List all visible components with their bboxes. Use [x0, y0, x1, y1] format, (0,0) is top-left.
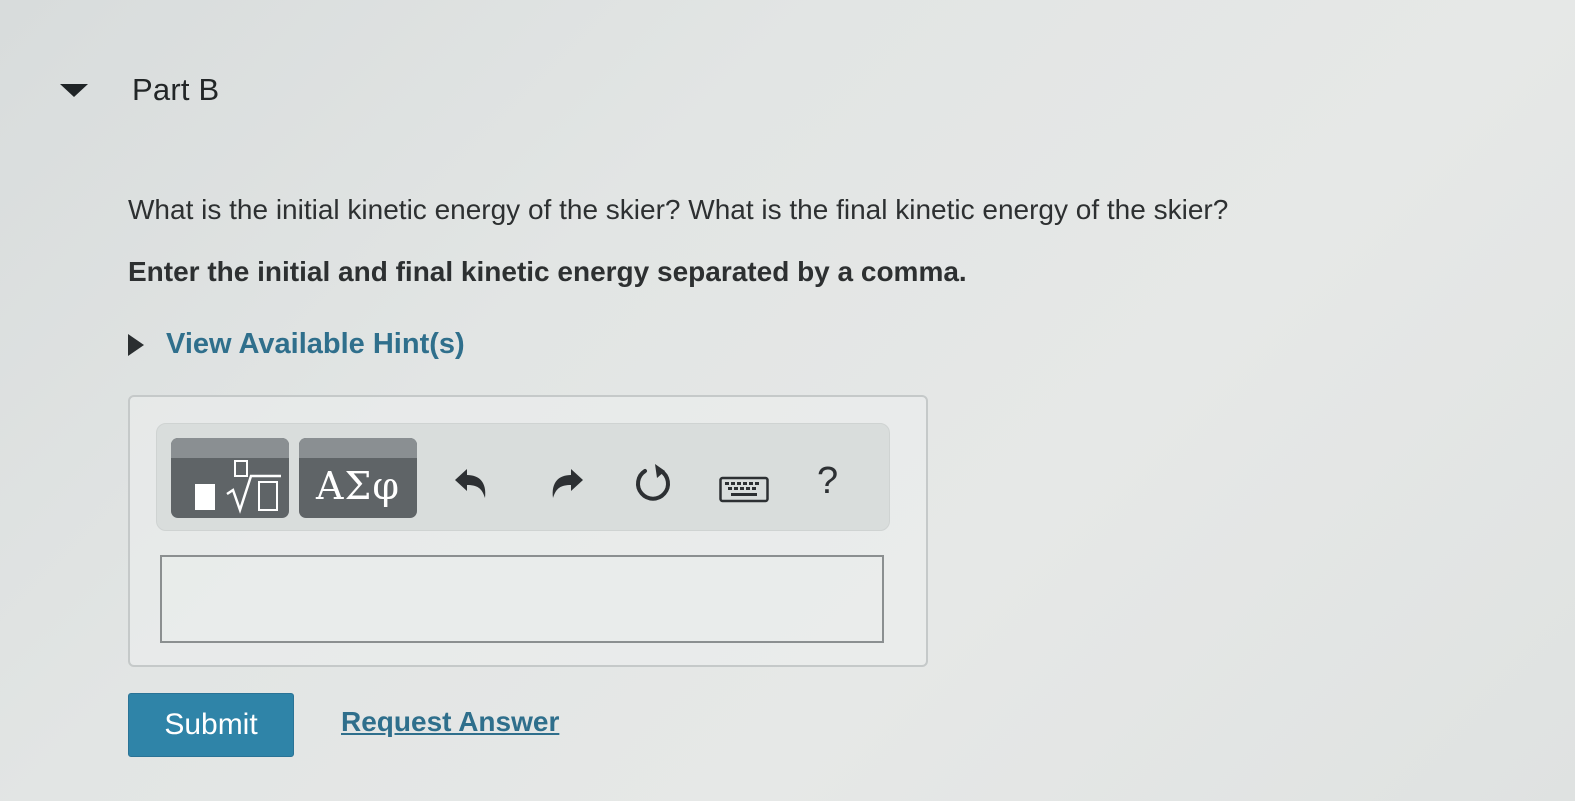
question-instruction: Enter the initial and final kinetic ener… — [128, 256, 967, 287]
part-title: Part B — [132, 72, 220, 107]
question-text: What is the initial kinetic energy of th… — [128, 194, 1229, 225]
request-answer-link[interactable]: Request Answer — [341, 706, 559, 738]
submit-button[interactable]: Submit — [128, 693, 294, 757]
redo-icon[interactable] — [547, 464, 587, 504]
part-header: Part B — [60, 68, 219, 112]
collapse-caret-icon[interactable] — [60, 83, 88, 97]
answer-panel: ΑΣφ ? — [128, 395, 928, 667]
answer-input[interactable] — [160, 555, 884, 643]
symbols-label: ΑΣφ — [316, 464, 400, 508]
help-button[interactable]: ? — [817, 460, 838, 503]
expand-arrow-icon — [128, 333, 144, 356]
view-hints-link[interactable]: View Available Hint(s) — [166, 328, 465, 361]
button-header-bar — [299, 438, 417, 458]
view-hints-toggle[interactable]: View Available Hint(s) — [128, 328, 465, 361]
reset-icon[interactable] — [631, 462, 675, 506]
button-header-bar — [171, 438, 289, 458]
math-toolbar: ΑΣφ ? — [156, 423, 890, 531]
templates-radical-icon — [195, 460, 281, 514]
symbols-button[interactable]: ΑΣφ — [299, 438, 417, 518]
keyboard-icon[interactable] — [719, 476, 769, 504]
undo-icon[interactable] — [451, 464, 491, 504]
templates-button[interactable] — [171, 438, 289, 518]
